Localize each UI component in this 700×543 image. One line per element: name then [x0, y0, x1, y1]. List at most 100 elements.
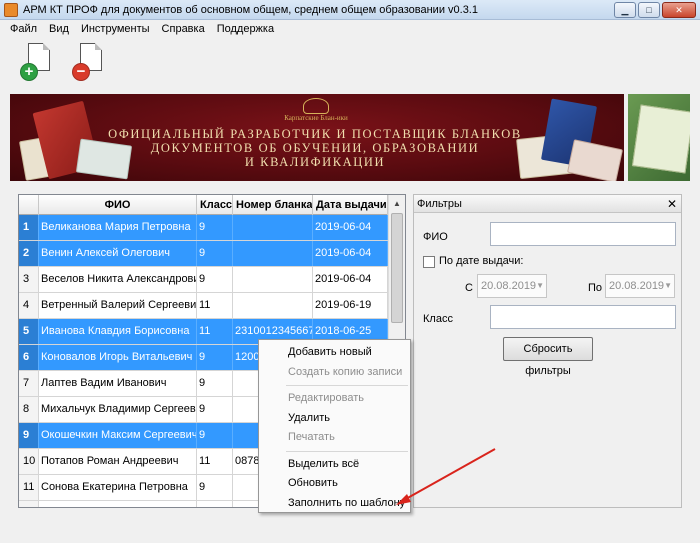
header-fio[interactable]: ФИО — [39, 195, 197, 215]
class-cell[interactable]: 11 — [197, 293, 233, 318]
minimize-button[interactable]: ▁ — [614, 2, 636, 18]
class-cell[interactable]: 9 — [197, 475, 233, 500]
menu-view[interactable]: Вид — [43, 23, 75, 35]
remove-document-button[interactable]: − — [72, 43, 110, 83]
fio-input[interactable] — [490, 222, 676, 246]
advert-banner[interactable]: Карпатские Блан-ики ОФИЦИАЛЬНЫЙ РАЗРАБОТ… — [10, 94, 624, 181]
table-row[interactable]: 3 Веселов Никита Александрович 9 2019-06-04 — [19, 267, 389, 293]
fio-cell[interactable]: Лаптев Вадим Иванович — [39, 371, 197, 396]
menu-file[interactable]: Файл — [4, 23, 43, 35]
print-item: Печатать — [288, 431, 335, 443]
class-cell[interactable]: 9 — [197, 241, 233, 266]
side-banner[interactable] — [628, 94, 690, 181]
fio-cell[interactable]: Окошечкин Максим Сергеевич — [39, 423, 197, 448]
row-number-cell[interactable]: 1 — [19, 215, 39, 240]
row-number-cell[interactable]: 4 — [19, 293, 39, 318]
add-new-item[interactable]: Добавить новый — [259, 343, 410, 363]
fio-cell[interactable]: Веселов Никита Александрович — [39, 267, 197, 292]
header-row-number — [19, 195, 39, 215]
row-number-cell[interactable]: 8 — [19, 397, 39, 422]
title-bar: АРМ КТ ПРОФ для документов об основном о… — [0, 0, 700, 20]
row-number-cell[interactable]: 9 — [19, 423, 39, 448]
toolbar: + − — [0, 37, 700, 89]
class-cell[interactable] — [197, 501, 233, 507]
row-number-cell[interactable]: 2 — [19, 241, 39, 266]
header-blank-number[interactable]: Номер бланка — [233, 195, 313, 215]
refresh-item[interactable]: Обновить — [259, 474, 410, 494]
class-cell[interactable]: 9 — [197, 397, 233, 422]
row-number-cell[interactable]: 5 — [19, 319, 39, 344]
fio-cell[interactable]: Иванова Клавдия Борисовна — [39, 319, 197, 344]
scroll-up-icon[interactable]: ▲ — [389, 195, 405, 212]
issue-date-cell[interactable]: 2019-06-04 — [313, 267, 388, 292]
fio-cell[interactable]: Михальчук Владимир Сергеевич — [39, 397, 197, 422]
scroll-thumb[interactable] — [391, 213, 403, 323]
reset-filters-button[interactable]: Сбросить фильтры — [503, 337, 593, 377]
fio-cell[interactable]: Потапов Роман Андреевич — [39, 449, 197, 474]
chevron-down-icon: ▼ — [664, 281, 672, 290]
row-number-cell[interactable]: 11 — [19, 475, 39, 500]
class-cell[interactable]: 9 — [197, 345, 233, 370]
table-row[interactable]: 2 Венин Алексей Олегович 9 2019-06-04 — [19, 241, 389, 267]
close-button[interactable]: ✕ — [662, 2, 696, 18]
by-date-checkbox[interactable] — [423, 256, 435, 268]
header-issue-date[interactable]: Дата выдачи — [313, 195, 388, 215]
fio-cell[interactable]: Сонова Екатерина Петровна — [39, 475, 197, 500]
edit-item: Редактировать — [288, 392, 364, 404]
fio-cell[interactable]: Венин Алексей Олегович — [39, 241, 197, 266]
class-cell[interactable]: 9 — [197, 215, 233, 240]
filters-close-icon[interactable]: ✕ — [667, 195, 677, 213]
select-all-item[interactable]: Выделить всё — [259, 455, 410, 475]
menu-tools[interactable]: Инструменты — [75, 23, 156, 35]
row-number-cell[interactable]: 6 — [19, 345, 39, 370]
row-number-cell[interactable]: 10 — [19, 449, 39, 474]
fio-label: ФИО — [423, 231, 448, 243]
blank-number-cell[interactable] — [233, 293, 313, 318]
fill-by-template-item[interactable]: Заполнить по шаблону — [259, 494, 410, 514]
class-input[interactable] — [490, 305, 676, 329]
plus-icon: + — [20, 63, 38, 81]
row-number-cell[interactable]: 3 — [19, 267, 39, 292]
table-row[interactable]: 4 Ветренный Валерий Сергеевич 11 2019-06-19 — [19, 293, 389, 319]
menu-support[interactable]: Поддержка — [211, 23, 280, 35]
row-number-cell[interactable]: 7 — [19, 371, 39, 396]
fio-cell[interactable] — [39, 501, 197, 507]
table-row[interactable]: 1 Великанова Мария Петровна 9 2019-06-04 — [19, 215, 389, 241]
blank-number-cell[interactable] — [233, 267, 313, 292]
window-controls: ▁ □ ✕ — [614, 2, 696, 18]
class-cell[interactable]: 9 — [197, 267, 233, 292]
header-class[interactable]: Класс — [197, 195, 233, 215]
menu-help[interactable]: Справка — [156, 23, 211, 35]
menu-bar: Файл Вид Инструменты Справка Поддержка — [0, 20, 700, 37]
copy-record-item: Создать копию записи — [288, 365, 403, 378]
class-cell[interactable]: 9 — [197, 423, 233, 448]
blank-number-cell[interactable] — [233, 215, 313, 240]
chevron-down-icon: ▼ — [536, 281, 544, 290]
maximize-button[interactable]: □ — [638, 2, 660, 18]
row-number-cell[interactable] — [19, 501, 39, 507]
class-cell[interactable]: 11 — [197, 319, 233, 344]
fio-cell[interactable]: Коновалов Игорь Витальевич — [39, 345, 197, 370]
window-title: АРМ КТ ПРОФ для документов об основном о… — [23, 3, 478, 16]
banner-line-3: И КВАЛИФИКАЦИИ — [244, 155, 386, 169]
add-document-button[interactable]: + — [20, 43, 58, 83]
fio-cell[interactable]: Великанова Мария Петровна — [39, 215, 197, 240]
filters-header: Фильтры ✕ — [414, 195, 681, 213]
fio-cell[interactable]: Ветренный Валерий Сергеевич — [39, 293, 197, 318]
issue-date-cell[interactable]: 2019-06-19 — [313, 293, 388, 318]
blank-number-cell[interactable] — [233, 241, 313, 266]
class-cell[interactable]: 9 — [197, 371, 233, 396]
class-cell[interactable]: 11 — [197, 449, 233, 474]
delete-item[interactable]: Удалить — [259, 409, 410, 429]
by-date-label: По дате выдачи: — [439, 255, 524, 267]
issue-date-cell[interactable]: 2019-06-04 — [313, 215, 388, 240]
filters-title: Фильтры — [417, 198, 462, 210]
filters-panel: Фильтры ✕ ФИО По дате выдачи: С 20.08.20… — [413, 194, 682, 508]
banner-slogan: ОФИЦИАЛЬНЫЙ РАЗРАБОТЧИК И ПОСТАВЩИК БЛАН… — [100, 127, 530, 169]
date-to-value: 20.08.2019 — [609, 280, 665, 292]
certificate-image — [631, 104, 690, 174]
date-to-picker[interactable]: 20.08.2019 ▼ — [605, 274, 675, 298]
issue-date-cell[interactable]: 2019-06-04 — [313, 241, 388, 266]
date-from-picker[interactable]: 20.08.2019 ▼ — [477, 274, 547, 298]
company-logo-icon — [303, 98, 329, 114]
